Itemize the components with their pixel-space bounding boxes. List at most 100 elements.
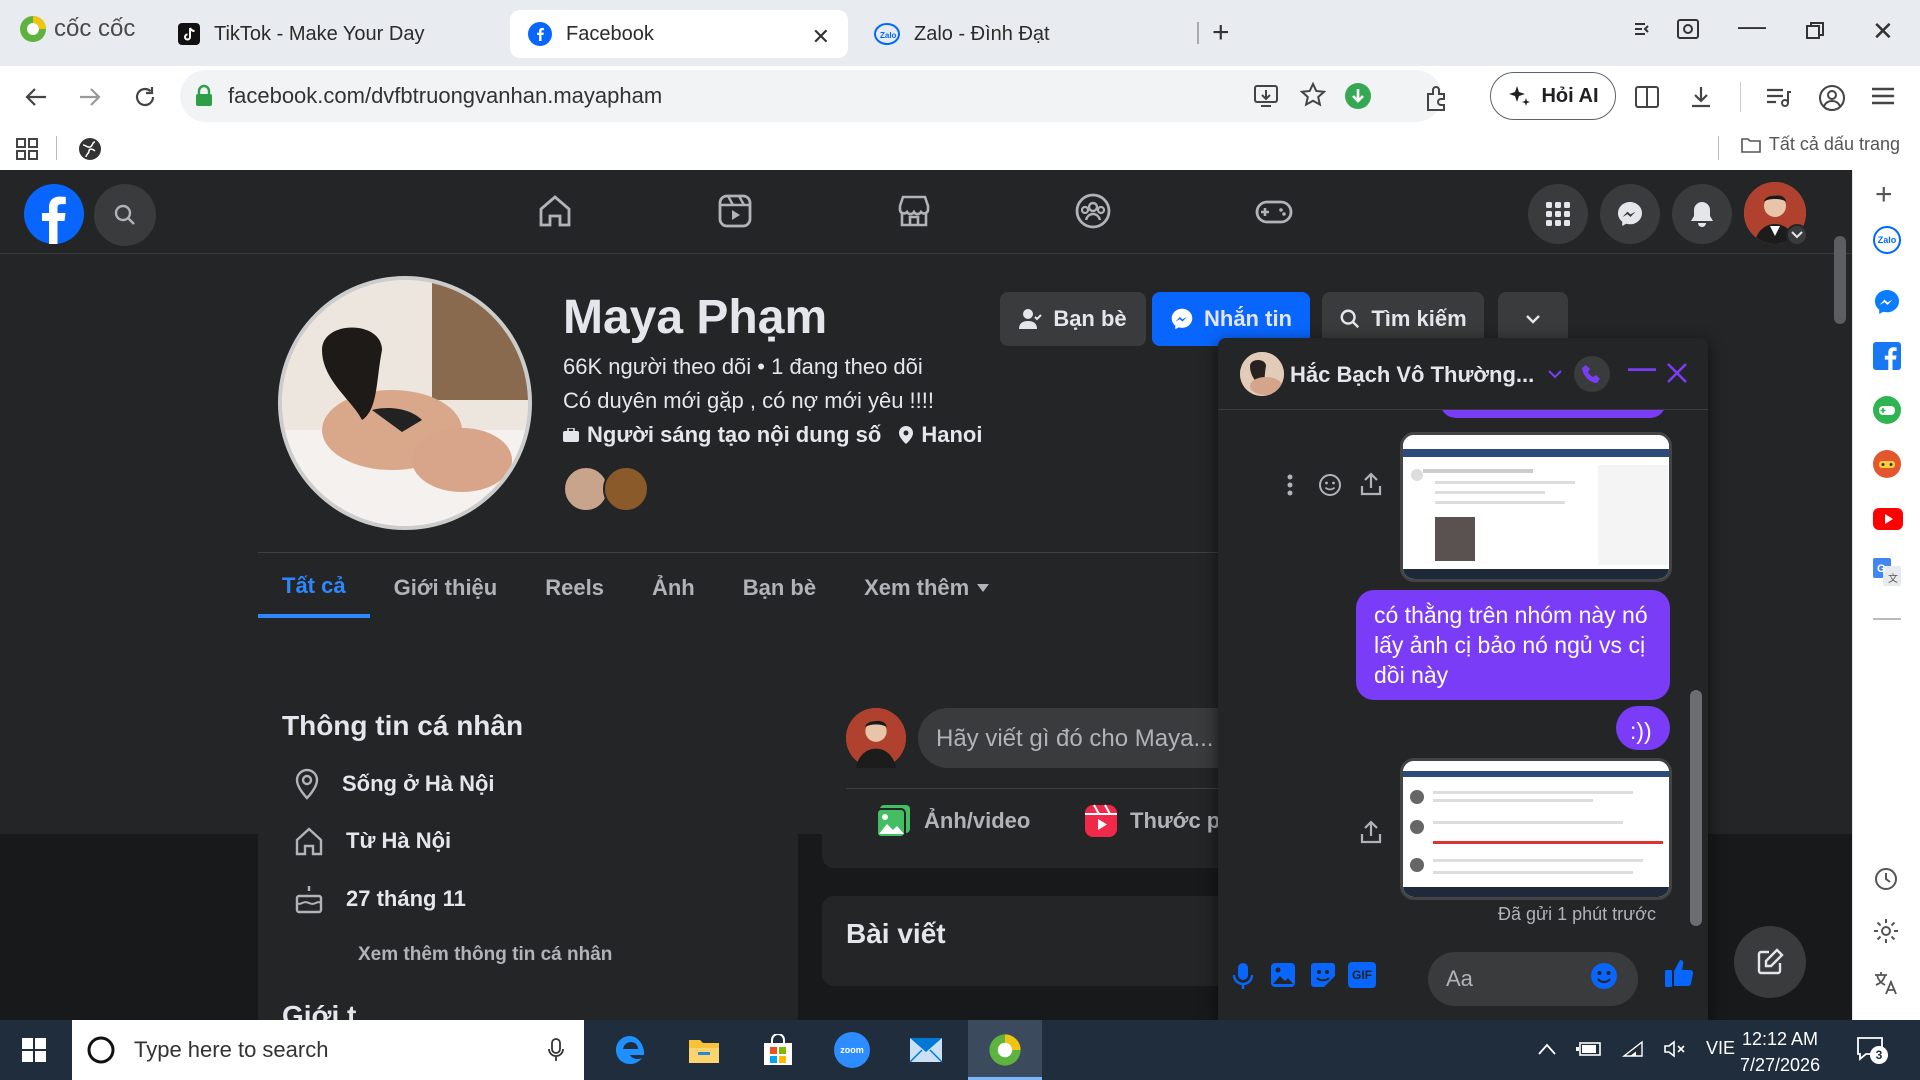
sent-message-bubble[interactable]: :))	[1616, 706, 1670, 750]
emoji-icon[interactable]	[1590, 962, 1618, 990]
chat-contact-name[interactable]: Hắc Bạch Vô Thường...	[1290, 362, 1534, 388]
taskbar-explorer-app[interactable]	[674, 1028, 734, 1072]
address-bar[interactable]: facebook.com/dvfbtruongvanhan.mayapham	[180, 70, 1442, 122]
microphone-icon[interactable]	[548, 1038, 564, 1062]
close-tab-icon[interactable]: ✕	[812, 24, 830, 50]
chat-contact-avatar[interactable]	[1240, 352, 1284, 396]
globe-icon[interactable]	[78, 137, 102, 161]
battery-icon[interactable]	[1576, 1041, 1602, 1057]
account-menu-chevron[interactable]	[1786, 224, 1808, 246]
microphone-icon[interactable]	[1232, 962, 1254, 990]
taskbar-coccoc-app[interactable]	[968, 1020, 1042, 1080]
sidebar-translate-icon[interactable]: G文	[1873, 558, 1901, 586]
composer-avatar[interactable]	[846, 708, 906, 768]
chevron-down-icon[interactable]	[1548, 370, 1562, 379]
tab-tiktok[interactable]: TikTok - Make Your Day	[160, 10, 490, 58]
notifications-button[interactable]	[1672, 184, 1732, 244]
back-arrow-icon[interactable]	[24, 86, 48, 108]
taskbar-store-app[interactable]	[748, 1028, 808, 1072]
secure-lock-icon[interactable]	[194, 84, 214, 108]
browser-logo[interactable]: cốc cốc	[18, 14, 135, 44]
marketplace-icon[interactable]	[895, 192, 933, 230]
download-green-icon[interactable]	[1344, 82, 1372, 110]
react-emoji-icon[interactable]	[1318, 473, 1342, 497]
close-chat-icon[interactable]	[1666, 362, 1688, 384]
url-text[interactable]: facebook.com/dvfbtruongvanhan.mayapham	[228, 83, 662, 109]
tab-photos[interactable]: Ảnh	[628, 558, 719, 618]
messenger-button[interactable]	[1600, 184, 1660, 244]
see-more-info-link[interactable]: Xem thêm thông tin cá nhân	[358, 944, 612, 966]
screenshot-attachment[interactable]	[1400, 432, 1672, 582]
sidebar-gaming-icon[interactable]	[1873, 396, 1901, 424]
notification-center-button[interactable]: 3	[1856, 1036, 1888, 1064]
volume-muted-icon[interactable]	[1664, 1039, 1686, 1058]
downloads-icon[interactable]	[1688, 84, 1714, 110]
new-message-button[interactable]	[1734, 926, 1806, 998]
taskbar-mail-app[interactable]	[896, 1028, 956, 1072]
share-icon[interactable]	[1360, 472, 1382, 496]
wifi-icon[interactable]	[1622, 1040, 1644, 1058]
tab-all[interactable]: Tất cả	[258, 558, 370, 618]
tab-more[interactable]: Xem thêm	[840, 558, 1013, 618]
photo-video-button[interactable]: Ảnh/video	[876, 804, 1030, 838]
facebook-logo-icon[interactable]	[24, 184, 84, 244]
extensions-puzzle-icon[interactable]	[1422, 84, 1450, 112]
reload-icon[interactable]	[132, 84, 158, 110]
home-icon[interactable]	[536, 192, 574, 230]
minimize-chat-button[interactable]: —	[1628, 352, 1656, 384]
tray-expand-chevron-icon[interactable]	[1538, 1043, 1556, 1055]
menu-hamburger-icon[interactable]	[1870, 84, 1896, 108]
apps-grid-icon[interactable]	[16, 138, 38, 160]
mutual-friends[interactable]	[563, 466, 649, 512]
forward-arrow-icon[interactable]	[78, 86, 102, 108]
media-playlist-icon[interactable]	[1764, 84, 1792, 110]
all-bookmarks-button[interactable]: Tất cả dấu trang	[1741, 134, 1900, 155]
chat-scrollbar[interactable]	[1690, 690, 1702, 926]
friends-button[interactable]: Bạn bè	[1000, 292, 1146, 346]
reels-video-icon[interactable]	[716, 192, 754, 230]
profile-account-icon[interactable]	[1818, 84, 1846, 112]
menu-button[interactable]	[1528, 184, 1588, 244]
voice-call-button[interactable]	[1574, 356, 1610, 392]
tab-about[interactable]: Giới thiệu	[370, 558, 522, 618]
tab-facebook[interactable]: Facebook ✕	[510, 10, 848, 58]
tab-search-icon[interactable]	[1632, 18, 1654, 40]
taskbar-edge-app[interactable]	[600, 1028, 660, 1072]
fb-search-button[interactable]	[94, 184, 156, 246]
more-dots-icon[interactable]	[1286, 474, 1294, 496]
restore-button[interactable]	[1806, 22, 1824, 40]
minimize-button[interactable]: —	[1738, 10, 1766, 42]
tab-reels[interactable]: Reels	[521, 558, 628, 618]
sidebar-game-character-icon[interactable]	[1873, 450, 1901, 478]
share-icon[interactable]	[1360, 820, 1382, 844]
screenshot-attachment[interactable]	[1400, 758, 1672, 900]
split-view-icon[interactable]	[1634, 84, 1660, 110]
image-upload-icon[interactable]	[1270, 962, 1296, 988]
sidebar-zalo-icon[interactable]: Zalo	[1873, 226, 1901, 254]
bookmark-star-icon[interactable]	[1300, 82, 1326, 108]
tab-zalo[interactable]: Zalo Zalo - Đình Đạt	[856, 10, 1186, 58]
page-scrollbar[interactable]	[1834, 236, 1846, 324]
windows-start-icon[interactable]	[22, 1038, 46, 1062]
mutual-friend-avatar[interactable]	[603, 466, 649, 512]
taskbar-zoom-app[interactable]: zoom	[822, 1028, 882, 1072]
sidebar-settings-icon[interactable]	[1873, 918, 1899, 944]
profile-picture[interactable]	[278, 276, 532, 530]
follow-stats[interactable]: 66K người theo dõi • 1 đang theo dõi	[563, 354, 923, 380]
sidebar-facebook-icon[interactable]	[1873, 342, 1901, 370]
screenshot-icon[interactable]	[1676, 18, 1700, 40]
install-app-icon[interactable]	[1252, 82, 1280, 110]
sidebar-youtube-icon[interactable]	[1873, 508, 1903, 530]
lives-in-text[interactable]: Sống ở Hà Nội	[342, 771, 495, 797]
chat-header[interactable]: Hắc Bạch Vô Thường... —	[1218, 338, 1708, 410]
language-indicator[interactable]: VIE	[1706, 1038, 1735, 1059]
gaming-icon[interactable]	[1254, 192, 1294, 230]
taskbar-clock[interactable]: 12:12 AM 7/27/2026	[1740, 1026, 1820, 1078]
sidebar-history-icon[interactable]	[1873, 866, 1899, 892]
sticker-icon[interactable]	[1310, 962, 1336, 988]
close-window-button[interactable]: ✕	[1872, 16, 1894, 47]
sent-message-bubble[interactable]: có thằng trên nhóm này nó lấy ảnh cị bảo…	[1356, 590, 1670, 700]
taskbar-search-box[interactable]: Type here to search	[72, 1020, 584, 1080]
thumbs-up-icon[interactable]	[1664, 958, 1694, 988]
groups-icon[interactable]	[1074, 192, 1112, 230]
